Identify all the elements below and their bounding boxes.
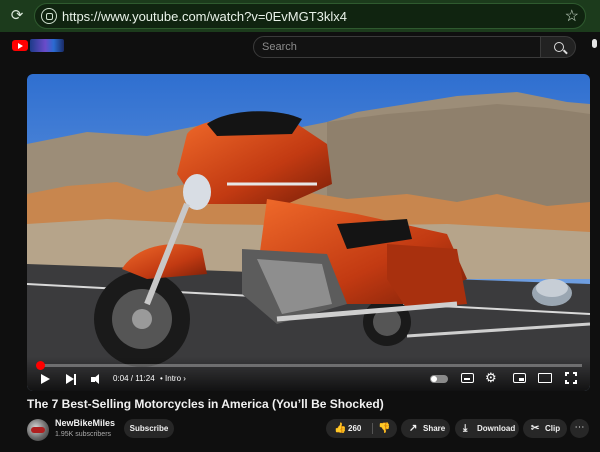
divider [372, 423, 373, 434]
scissors-icon: ✂ [531, 423, 540, 434]
video-title: The 7 Best-Selling Motorcycles in Americ… [27, 397, 384, 411]
clip-label: Clip [545, 424, 561, 433]
channel-name[interactable]: NewBikeMiles [55, 418, 115, 428]
download-label: Download [477, 424, 516, 433]
doodle-banner[interactable] [30, 39, 64, 52]
microphone-icon[interactable] [590, 39, 598, 53]
reload-icon[interactable]: ⟳ [8, 7, 26, 25]
video-player[interactable]: 0:04 / 11:24 • Intro › ⚙ [27, 74, 590, 391]
subscribe-button[interactable]: Subscribe [124, 419, 174, 438]
like-count[interactable]: 260 [348, 424, 361, 433]
captions-icon[interactable] [461, 373, 474, 383]
search-input[interactable]: Search [253, 36, 541, 58]
miniplayer-icon[interactable] [513, 373, 526, 383]
time-display: 0:04 / 11:24 [113, 374, 155, 383]
site-info-icon[interactable] [41, 8, 57, 24]
address-bar[interactable]: https://www.youtube.com/watch?v=0EvMGT3k… [34, 3, 586, 29]
volume-icon[interactable] [91, 374, 103, 385]
url-text[interactable]: https://www.youtube.com/watch?v=0EvMGT3k… [62, 9, 347, 24]
download-button[interactable]: ⤓ Download [455, 419, 519, 438]
player-controls-overlay [27, 357, 590, 391]
play-icon[interactable] [41, 374, 50, 384]
settings-icon[interactable]: ⚙ [485, 370, 497, 386]
subscriber-count: 1.95K subscribers [55, 431, 112, 438]
theater-icon[interactable] [538, 373, 552, 383]
star-icon[interactable]: ☆ [565, 6, 579, 26]
youtube-logo-icon[interactable] [12, 40, 28, 51]
next-icon[interactable] [66, 374, 77, 385]
more-actions-button[interactable]: ⋯ [570, 419, 589, 438]
video-frame [27, 74, 590, 391]
share-button[interactable]: ↗ Share [401, 419, 450, 438]
thumbs-down-icon[interactable]: 👎 [378, 423, 390, 434]
download-icon: ⤓ [463, 423, 468, 434]
autoplay-toggle[interactable] [430, 375, 448, 383]
avatar[interactable] [27, 419, 49, 441]
search-button[interactable] [540, 36, 576, 58]
search-icon [554, 42, 564, 52]
browser-toolbar: ⟳ https://www.youtube.com/watch?v=0EvMGT… [0, 0, 600, 32]
thumbs-up-icon[interactable]: 👍 [334, 423, 346, 434]
progress-bar[interactable] [36, 361, 582, 370]
clip-button[interactable]: ✂ Clip [523, 419, 567, 438]
share-icon: ↗ [409, 423, 418, 434]
fullscreen-icon[interactable] [565, 372, 577, 384]
like-dislike-group: 👍 260 👎 [326, 419, 397, 438]
share-label: Share [423, 424, 446, 433]
search-placeholder: Search [262, 41, 297, 53]
chapter-button[interactable]: • Intro › [160, 374, 186, 383]
